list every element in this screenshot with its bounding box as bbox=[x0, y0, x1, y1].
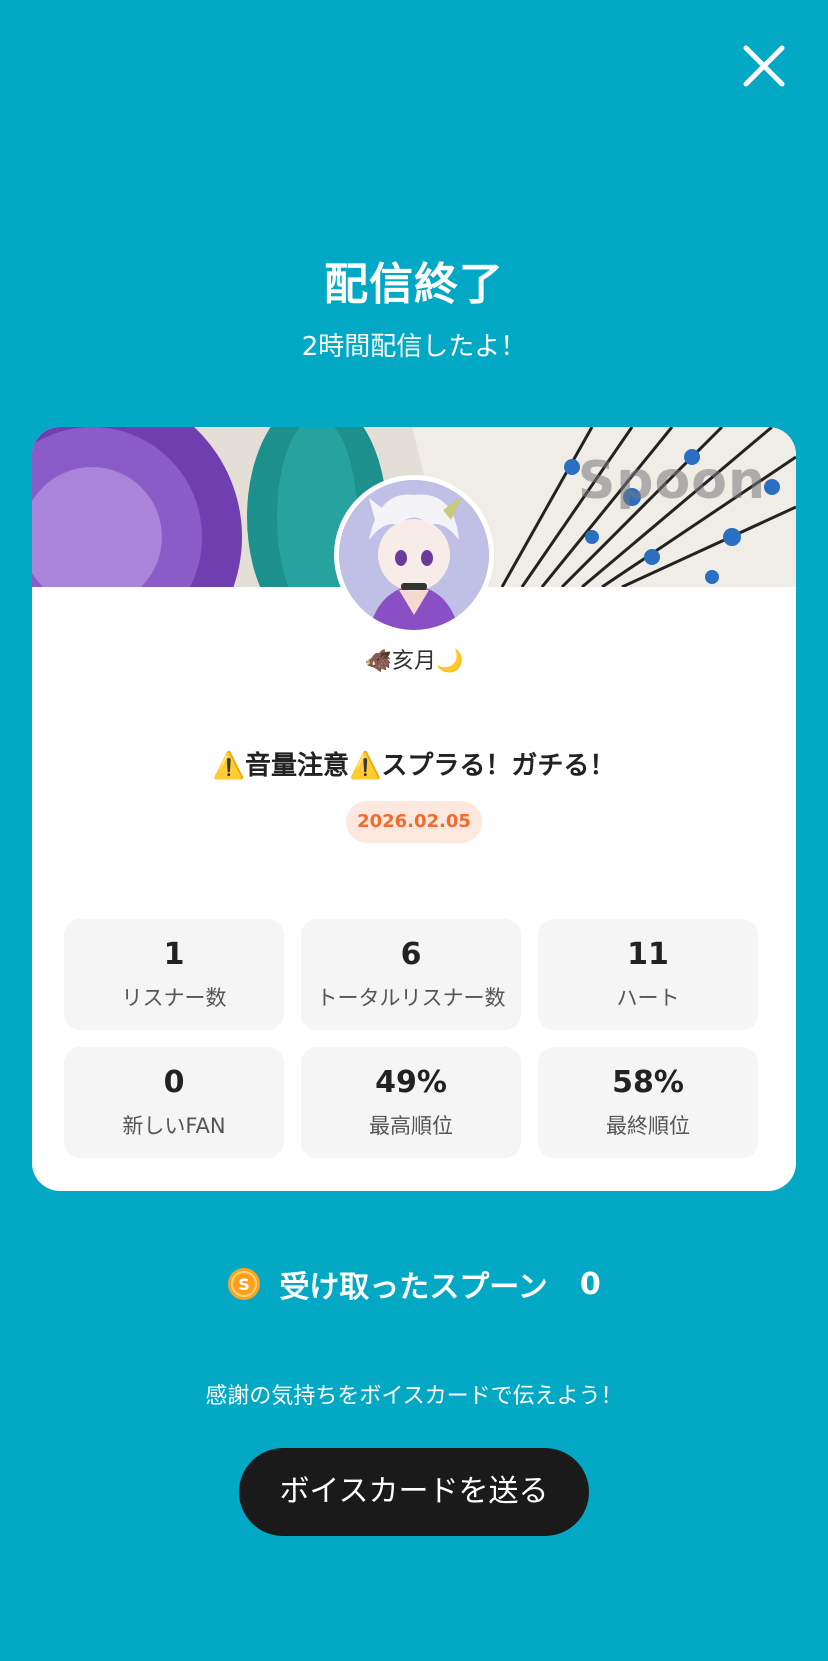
spoon-coin-icon: S bbox=[228, 1268, 261, 1300]
stat-listeners: 1 リスナー数 bbox=[64, 919, 284, 1030]
thanks-message: 感謝の気持ちをボイスカードで伝えよう！ bbox=[205, 1384, 623, 1409]
stat-value: 11 bbox=[627, 937, 669, 972]
stat-value: 6 bbox=[400, 937, 422, 972]
broadcast-title: ⚠️音量注意⚠️スプラる！ガチる！ bbox=[212, 751, 616, 781]
stat-label: 最終順位 bbox=[606, 1114, 690, 1138]
received-spoons-label: 受け取ったスプーン bbox=[279, 1270, 548, 1305]
banner-watermark: Spoon bbox=[577, 451, 766, 511]
avatar[interactable] bbox=[334, 475, 494, 635]
page-subtitle: 2時間配信したよ！ bbox=[301, 332, 527, 362]
stat-highest-rank: 49% 最高順位 bbox=[301, 1047, 521, 1158]
received-spoons: S 受け取ったスプーン 0 bbox=[0, 1262, 828, 1306]
stat-final-rank: 58% 最終順位 bbox=[538, 1047, 758, 1158]
stat-value: 0 bbox=[163, 1065, 185, 1100]
broadcast-summary-card: Spoon 🐗亥月🌙 ⚠️音量注意⚠️スプラる！ガチる！ 2026.02.05 … bbox=[32, 427, 796, 1191]
stat-label: トータルリスナー数 bbox=[316, 986, 506, 1010]
close-icon bbox=[743, 45, 785, 87]
stat-value: 58% bbox=[612, 1065, 684, 1100]
stat-total-listeners: 6 トータルリスナー数 bbox=[301, 919, 521, 1030]
stat-value: 49% bbox=[375, 1065, 447, 1100]
svg-text:S: S bbox=[239, 1275, 251, 1294]
stat-label: リスナー数 bbox=[121, 986, 227, 1010]
received-spoons-count: 0 bbox=[579, 1266, 601, 1302]
page-title: 配信終了 bbox=[324, 259, 504, 310]
stat-label: 新しいFAN bbox=[122, 1114, 226, 1138]
close-button[interactable] bbox=[738, 40, 790, 92]
stat-hearts: 11 ハート bbox=[538, 919, 758, 1030]
stat-label: 最高順位 bbox=[369, 1114, 453, 1138]
date-badge: 2026.02.05 bbox=[346, 801, 482, 843]
stats-grid: 1 リスナー数 6 トータルリスナー数 11 ハート 0 新しいFAN 49% … bbox=[64, 919, 764, 1158]
send-voice-card-button[interactable]: ボイスカードを送る bbox=[239, 1448, 589, 1536]
stat-value: 1 bbox=[163, 937, 185, 972]
stat-label: ハート bbox=[616, 986, 680, 1010]
stat-new-fans: 0 新しいFAN bbox=[64, 1047, 284, 1158]
broadcaster-name: 🐗亥月🌙 bbox=[364, 649, 464, 674]
